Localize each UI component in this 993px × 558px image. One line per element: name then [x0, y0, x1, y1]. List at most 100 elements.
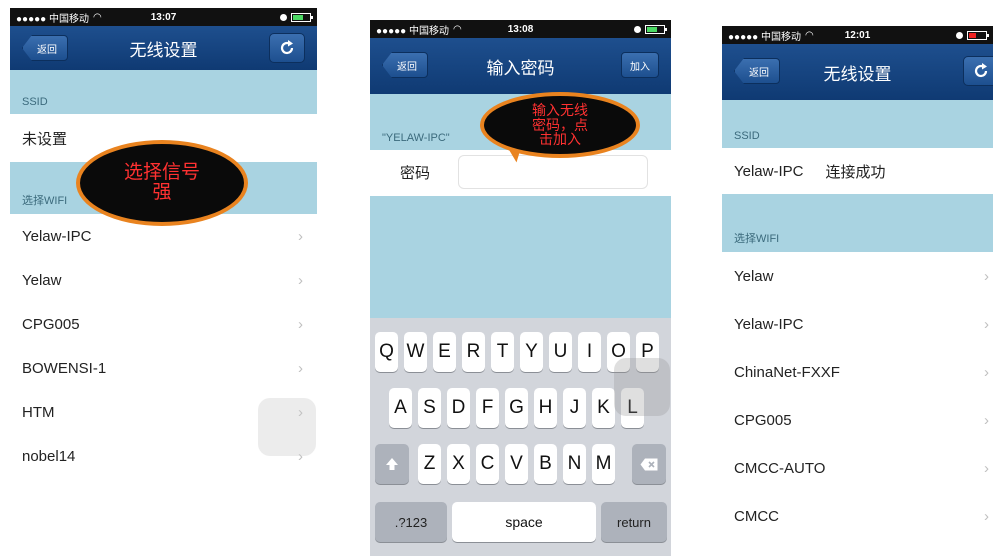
wifi-icon: ◠	[452, 23, 462, 35]
key[interactable]: E	[433, 332, 456, 372]
assistive-touch-button[interactable]	[614, 358, 670, 416]
chevron-right-icon: ›	[984, 411, 989, 429]
network-name: ChinaNet-FXXF	[734, 363, 840, 381]
key[interactable]: R	[462, 332, 485, 372]
wifi-section-header: 选择WIFI	[722, 194, 993, 252]
key[interactable]: F	[476, 388, 499, 428]
key[interactable]: B	[534, 444, 557, 484]
wifi-icon: ◠	[804, 29, 814, 41]
network-name: nobel14	[22, 447, 76, 465]
network-name: CMCC	[734, 507, 779, 525]
ssid-section-header: SSID	[10, 70, 317, 114]
wifi-list-item[interactable]: ChinaNet-FXXF ›	[722, 348, 993, 396]
key[interactable]: Y	[520, 332, 543, 372]
page-title: 无线设置	[129, 40, 198, 60]
key[interactable]: X	[447, 444, 470, 484]
chevron-right-icon: ›	[984, 363, 989, 381]
key[interactable]: V	[505, 444, 528, 484]
key[interactable]: K	[592, 388, 615, 428]
network-name: Yelaw	[734, 267, 774, 285]
wifi-list-item[interactable]: Yelaw-IPC ›	[722, 300, 993, 348]
network-name: Yelaw-IPC	[734, 315, 804, 333]
key[interactable]: N	[563, 444, 586, 484]
ssid-value: 未设置	[22, 130, 68, 148]
back-button[interactable]: 返回	[382, 52, 428, 78]
chevron-right-icon: ›	[298, 359, 303, 377]
carrier-label: ●●●●● 中国移动	[728, 31, 801, 43]
callout-bubble: 输入无线密码，点击加入	[480, 92, 640, 158]
key[interactable]: T	[491, 332, 514, 372]
location-icon	[634, 25, 641, 33]
wifi-list-item[interactable]: CPG005 ›	[722, 396, 993, 444]
ssid-value-row: Yelaw-IPC 连接成功	[722, 148, 993, 194]
wifi-list-item[interactable]: CMCC ›	[722, 492, 993, 540]
battery-icon	[645, 24, 667, 34]
key[interactable]: H	[534, 388, 557, 428]
network-name: CPG005	[734, 411, 792, 429]
nav-bar: 返回 输入密码 加入	[370, 38, 671, 94]
key[interactable]: M	[592, 444, 615, 484]
phone-screen-wifi-settings-1: ●●●●● 中国移动 ◠ 13:07 返回 无线设置 SSID 未设置 选择WI…	[10, 8, 317, 488]
wifi-list-item[interactable]: BOWENSI-1 ›	[10, 346, 317, 390]
network-name: Yelaw-IPC	[22, 227, 92, 245]
shift-key[interactable]	[375, 444, 409, 484]
wifi-list-item[interactable]: CPG005 ›	[10, 302, 317, 346]
network-name: CPG005	[22, 315, 80, 333]
status-time: 12:01	[844, 29, 871, 41]
space-key[interactable]: space	[452, 502, 596, 542]
chevron-right-icon: ›	[984, 315, 989, 333]
location-icon	[956, 31, 963, 39]
nav-bar: 返回 无线设置	[722, 44, 993, 100]
chevron-right-icon: ›	[984, 507, 989, 525]
chevron-right-icon: ›	[984, 459, 989, 477]
status-bar: ●●●●● 中国移动 ◠ 13:07	[10, 8, 317, 26]
status-bar: ●●●●● 中国移动 ◠ 13:08	[370, 20, 671, 38]
connection-status: 连接成功	[825, 163, 886, 181]
refresh-button[interactable]	[269, 33, 305, 63]
callout-bubble: 选择信号强	[76, 140, 248, 226]
network-name: HTM	[22, 403, 55, 421]
key[interactable]: I	[578, 332, 601, 372]
wifi-list-item[interactable]: CMCC-AUTO ›	[722, 444, 993, 492]
key[interactable]: S	[418, 388, 441, 428]
battery-icon	[967, 30, 989, 40]
content-area	[370, 196, 671, 318]
network-name: BOWENSI-1	[22, 359, 107, 377]
password-label: 密码	[400, 165, 431, 182]
key[interactable]: A	[389, 388, 412, 428]
refresh-button[interactable]	[963, 56, 993, 86]
wifi-list-item[interactable]: Yelaw ›	[10, 258, 317, 302]
key[interactable]: Z	[418, 444, 441, 484]
backspace-key[interactable]	[632, 444, 666, 484]
key[interactable]: D	[447, 388, 470, 428]
wifi-icon: ◠	[92, 11, 102, 23]
back-button[interactable]: 返回	[734, 58, 780, 84]
ssid-section-header: SSID	[722, 100, 993, 148]
location-icon	[280, 13, 287, 21]
password-input[interactable]	[458, 155, 648, 189]
assistive-touch-button[interactable]	[258, 398, 316, 456]
key[interactable]: W	[404, 332, 427, 372]
chevron-right-icon: ›	[298, 271, 303, 289]
delete-icon	[640, 458, 658, 470]
numbers-key[interactable]: .?123	[375, 502, 447, 542]
carrier-label: ●●●●● 中国移动	[376, 25, 449, 37]
key[interactable]: U	[549, 332, 572, 372]
refresh-icon	[974, 63, 988, 78]
key[interactable]: J	[563, 388, 586, 428]
return-key[interactable]: return	[601, 502, 667, 542]
key[interactable]: C	[476, 444, 499, 484]
key[interactable]: G	[505, 388, 528, 428]
key[interactable]: Q	[375, 332, 398, 372]
join-button[interactable]: 加入	[621, 52, 659, 78]
battery-icon	[291, 12, 313, 22]
refresh-icon	[280, 40, 294, 55]
back-button[interactable]: 返回	[22, 35, 68, 61]
callout-text: 输入无线密码，点击加入	[532, 101, 588, 148]
carrier-label: ●●●●● 中国移动	[16, 13, 89, 25]
chevron-right-icon: ›	[298, 315, 303, 333]
page-title: 无线设置	[823, 64, 892, 84]
wifi-list-item[interactable]: Yelaw ›	[722, 252, 993, 300]
network-name: CMCC-AUTO	[734, 459, 826, 477]
shift-arrow-icon	[386, 458, 398, 470]
